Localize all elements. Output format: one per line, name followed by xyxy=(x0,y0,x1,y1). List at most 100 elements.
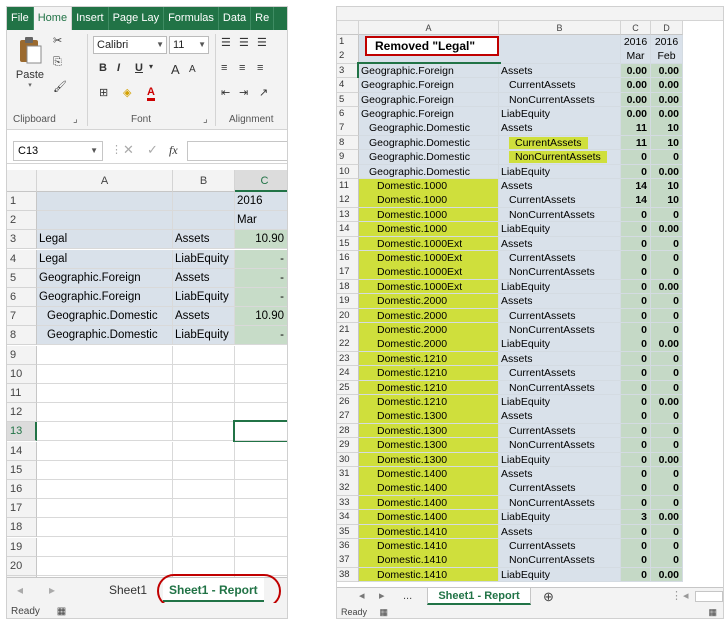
cancel-entry-icon[interactable]: ✕ xyxy=(123,142,134,158)
cell[interactable] xyxy=(235,480,287,499)
scroll-sheets-right-icon[interactable]: ▸ xyxy=(379,588,385,605)
cell[interactable]: 3 xyxy=(621,510,651,525)
cell[interactable]: 11 xyxy=(621,135,651,151)
confirm-entry-icon[interactable]: ✓ xyxy=(147,142,158,158)
cell[interactable]: Domestic.1000 xyxy=(359,179,499,194)
cell[interactable]: 0.00 xyxy=(651,337,683,352)
cell[interactable]: LiabEquity xyxy=(173,326,235,346)
select-all-corner[interactable] xyxy=(7,170,37,192)
cell[interactable]: 0 xyxy=(651,265,683,280)
font-name-combo[interactable]: Calibri ▼ xyxy=(93,36,167,54)
cell[interactable]: Legal xyxy=(37,249,173,269)
cell[interactable]: 10 xyxy=(651,121,683,136)
cell[interactable]: 0 xyxy=(621,380,651,396)
scroll-sheets-right-icon[interactable]: ▸ xyxy=(43,578,61,602)
cell[interactable] xyxy=(173,537,235,557)
cell[interactable]: Geographic.Domestic xyxy=(37,307,173,327)
row-header[interactable]: 13 xyxy=(337,207,359,223)
cell[interactable]: Domestic.1300 xyxy=(359,423,499,439)
cell[interactable]: Assets xyxy=(499,236,621,252)
align-top-icon[interactable]: ☰ xyxy=(221,36,231,49)
cell[interactable] xyxy=(173,518,235,538)
column-header-b[interactable]: B xyxy=(499,21,621,35)
cell[interactable]: Domestic.1400 xyxy=(359,467,499,482)
cell[interactable]: LiabEquity xyxy=(499,164,621,180)
cell[interactable]: Assets xyxy=(499,63,621,79)
cell[interactable]: Domestic.1000Ext xyxy=(359,236,499,252)
formula-input[interactable] xyxy=(187,141,287,161)
cell[interactable]: LiabEquity xyxy=(499,107,621,122)
cell[interactable]: 0 xyxy=(651,553,683,568)
row-header[interactable]: 9 xyxy=(7,345,37,365)
row-header[interactable]: 11 xyxy=(337,179,359,194)
cell[interactable]: CurrentAssets xyxy=(499,539,621,554)
shrink-font-button[interactable]: A xyxy=(189,64,196,75)
align-left-icon[interactable]: ≡ xyxy=(221,62,227,74)
cell[interactable]: Assets xyxy=(499,121,621,136)
cell[interactable]: 0.00 xyxy=(651,567,683,583)
sheet-tab-report[interactable]: Sheet1 - Report xyxy=(427,588,531,605)
cell[interactable]: NonCurrentAssets xyxy=(499,265,621,280)
cell[interactable]: Assets xyxy=(499,524,621,540)
cell[interactable]: Domestic.1210 xyxy=(359,366,499,381)
cell[interactable] xyxy=(173,192,235,211)
sheet-nav-more[interactable]: ... xyxy=(403,588,412,605)
cell[interactable]: Assets xyxy=(173,230,235,250)
cell[interactable]: Geographic.Domestic xyxy=(359,150,499,165)
cell[interactable]: NonCurrentAssets xyxy=(499,92,621,108)
row-header[interactable]: 3 xyxy=(337,63,359,79)
row-header[interactable]: 19 xyxy=(7,537,37,557)
cell[interactable] xyxy=(37,537,173,557)
cell[interactable]: 0.00 xyxy=(651,510,683,525)
cell[interactable]: Geographic.Foreign xyxy=(37,268,173,288)
cell[interactable]: 2016 xyxy=(651,35,683,50)
row-header[interactable]: 16 xyxy=(7,480,37,499)
cell[interactable] xyxy=(173,345,235,365)
row-header[interactable]: 8 xyxy=(337,135,359,151)
row-header[interactable]: 36 xyxy=(337,539,359,554)
cell[interactable] xyxy=(173,422,235,442)
cell[interactable]: LiabEquity xyxy=(173,249,235,269)
row-header[interactable]: 2 xyxy=(337,49,359,64)
row-header[interactable]: 38 xyxy=(337,567,359,583)
cell[interactable]: Domestic.1410 xyxy=(359,567,499,583)
ribbon-tab-formulas[interactable]: Formulas xyxy=(164,7,219,30)
cell[interactable]: 0 xyxy=(621,265,651,280)
cut-icon[interactable]: ✂ xyxy=(53,34,62,47)
ribbon-tab-re[interactable]: Re xyxy=(251,7,275,30)
cell[interactable]: CurrentAssets xyxy=(499,481,621,496)
cell[interactable]: 0 xyxy=(651,524,683,540)
chevron-down-icon[interactable]: ▾ xyxy=(149,62,153,71)
cell[interactable]: LiabEquity xyxy=(499,510,621,525)
cell[interactable]: 2016 xyxy=(621,35,651,50)
format-painter-icon[interactable]: 🖌 xyxy=(53,80,67,93)
cell[interactable]: 0 xyxy=(621,524,651,540)
cell[interactable]: Domestic.1410 xyxy=(359,524,499,540)
cell[interactable]: NonCurrentAssets xyxy=(499,323,621,338)
fill-color-icon[interactable]: ◈ xyxy=(123,86,131,99)
column-header-a[interactable]: A xyxy=(37,170,173,192)
align-right-icon[interactable]: ≡ xyxy=(257,62,263,74)
cell[interactable]: CurrentAssets xyxy=(499,366,621,381)
row-header[interactable]: 14 xyxy=(337,222,359,237)
cell[interactable]: 0 xyxy=(621,553,651,568)
cell[interactable]: Domestic.2000 xyxy=(359,308,499,324)
cell[interactable]: 0 xyxy=(651,495,683,511)
cell[interactable]: Assets xyxy=(499,409,621,424)
cell[interactable]: NonCurrentAssets xyxy=(499,150,621,165)
row-header[interactable]: 21 xyxy=(337,323,359,338)
cell[interactable]: 0 xyxy=(621,438,651,453)
cell[interactable]: 11 xyxy=(621,121,651,136)
clipboard-launcher-icon[interactable]: ⌟ xyxy=(73,114,78,125)
row-header[interactable]: 14 xyxy=(7,441,37,461)
cell[interactable]: LiabEquity xyxy=(499,222,621,237)
cell[interactable]: Domestic.1400 xyxy=(359,495,499,511)
row-header[interactable]: 23 xyxy=(337,351,359,367)
cell[interactable]: 0.00 xyxy=(651,452,683,468)
cell[interactable] xyxy=(173,556,235,576)
cell[interactable] xyxy=(37,422,173,442)
cell[interactable]: Geographic.Foreign xyxy=(359,78,499,93)
cell[interactable]: Feb xyxy=(651,49,683,64)
row-header[interactable]: 25 xyxy=(337,380,359,396)
cell[interactable]: Assets xyxy=(499,351,621,367)
